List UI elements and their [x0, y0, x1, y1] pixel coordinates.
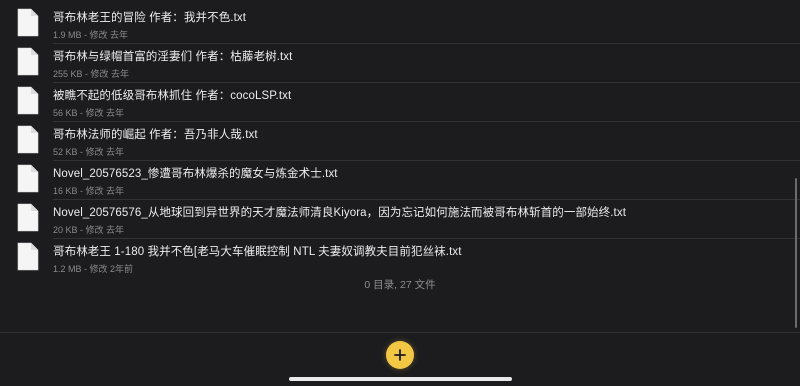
home-indicator[interactable]	[289, 377, 512, 381]
file-row[interactable]: 哥布林老王的冒险 作者：我并不色.txt 1.9 MB - 修改 去年	[0, 5, 800, 44]
document-icon	[17, 8, 39, 37]
file-name: 哥布林与绿帽首富的淫妻们 作者：枯藤老树.txt	[53, 51, 293, 63]
file-name: Novel_20576576_从地球回到异世界的天才魔法师清良Kiyora，因为…	[53, 207, 626, 219]
folder-summary: 0 目录, 27 文件	[364, 279, 436, 291]
file-meta: 1.9 MB - 修改 去年	[53, 30, 129, 40]
document-icon	[17, 125, 39, 154]
file-name: 哥布林法师的崛起 作者：吾乃非人哉.txt	[53, 129, 258, 141]
document-icon	[17, 47, 39, 76]
file-name: 被瞧不起的低级哥布林抓住 作者：cocoLSP.txt	[53, 90, 292, 102]
file-meta: 20 KB - 修改 去年	[53, 225, 125, 235]
file-row[interactable]: 哥布林老王 1-180 我并不色[老马大车催眠控制 NTL 夫妻奴调教夫目前犯丝…	[0, 239, 800, 278]
scrollbar[interactable]	[794, 178, 797, 328]
file-meta: 255 KB - 修改 去年	[53, 69, 130, 79]
document-icon	[17, 203, 39, 232]
file-name: Novel_20576523_惨遭哥布林爆杀的魔女与炼金术士.txt	[53, 168, 338, 180]
document-icon	[17, 164, 39, 193]
plus-icon	[394, 349, 406, 361]
file-meta: 52 KB - 修改 去年	[53, 147, 125, 157]
file-name: 哥布林老王 1-180 我并不色[老马大车催眠控制 NTL 夫妻奴调教夫目前犯丝…	[53, 246, 462, 258]
file-browser-screen: 哥布林老王的冒险 作者：我并不色.txt 1.9 MB - 修改 去年 哥布林与…	[0, 0, 800, 386]
file-row[interactable]: Novel_20576523_惨遭哥布林爆杀的魔女与炼金术士.txt 16 KB…	[0, 161, 800, 200]
file-meta: 56 KB - 修改 去年	[53, 108, 125, 118]
file-meta: 16 KB - 修改 去年	[53, 186, 125, 196]
file-row[interactable]: 哥布林法师的崛起 作者：吾乃非人哉.txt 52 KB - 修改 去年	[0, 122, 800, 161]
file-meta: 1.2 MB - 修改 2年前	[53, 264, 134, 274]
file-name: 哥布林老王的冒险 作者：我并不色.txt	[53, 12, 247, 24]
file-row[interactable]: 被瞧不起的低级哥布林抓住 作者：cocoLSP.txt 56 KB - 修改 去…	[0, 83, 800, 122]
document-icon	[17, 242, 39, 271]
file-row[interactable]: Novel_20576576_从地球回到异世界的天才魔法师清良Kiyora，因为…	[0, 200, 800, 239]
document-icon	[17, 86, 39, 115]
file-row[interactable]: 哥布林与绿帽首富的淫妻们 作者：枯藤老树.txt 255 KB - 修改 去年	[0, 44, 800, 83]
add-button[interactable]	[386, 341, 414, 369]
